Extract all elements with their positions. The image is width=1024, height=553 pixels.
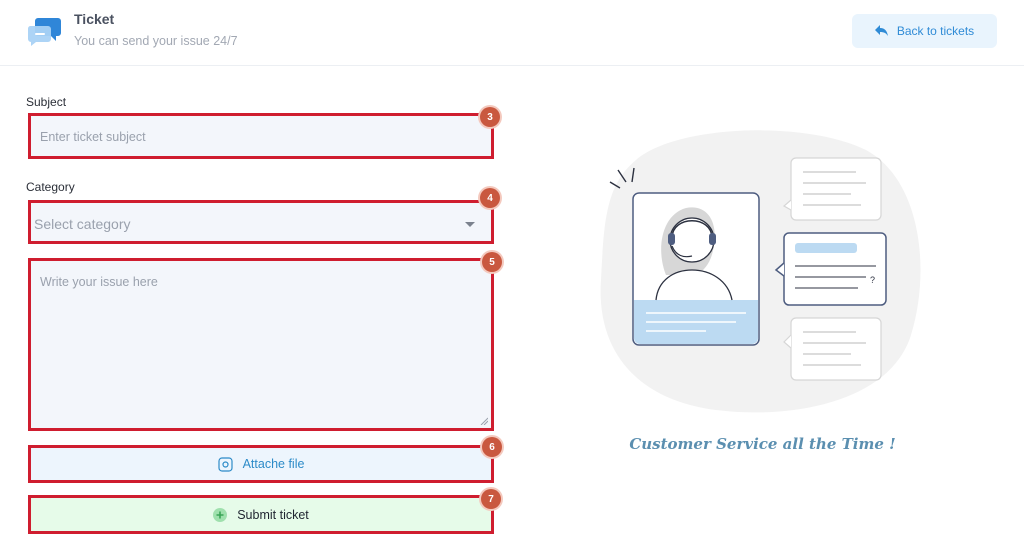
category-label: Category: [26, 180, 75, 194]
question-mark: ?: [870, 275, 875, 285]
back-button-label: Back to tickets: [896, 24, 975, 38]
illustration-tagline: Customer Service all the Time !: [629, 435, 896, 453]
chat-bubbles-icon: [28, 18, 61, 46]
page-header: Ticket You can send your issue 24/7 Back…: [0, 0, 1024, 66]
step-badge-6: 6: [482, 437, 502, 457]
attachment-icon: [217, 456, 233, 472]
reply-arrow-icon: [874, 25, 888, 36]
customer-service-illustration: ?: [600, 130, 921, 413]
chevron-down-icon: [465, 222, 475, 227]
step-badge-3: 3: [480, 107, 500, 127]
subject-label: Subject: [26, 95, 67, 109]
step-badge-7: 7: [481, 489, 501, 509]
category-placeholder: Select category: [34, 216, 131, 232]
issue-textarea[interactable]: Write your issue here: [28, 258, 494, 431]
category-select[interactable]: Select category: [28, 200, 494, 244]
attach-file-button[interactable]: Attache file: [28, 445, 494, 483]
page-subtitle: You can send your issue 24/7: [74, 34, 238, 48]
step-badge-5: 5: [482, 252, 502, 272]
resize-handle-icon[interactable]: [480, 417, 488, 425]
step-badge-4: 4: [480, 188, 500, 208]
issue-placeholder: Write your issue here: [40, 275, 158, 289]
page-title: Ticket: [74, 11, 115, 27]
attach-file-label: Attache file: [242, 457, 305, 471]
back-to-tickets-button[interactable]: Back to tickets: [852, 14, 997, 48]
submit-ticket-button[interactable]: Submit ticket: [28, 495, 494, 534]
subject-input[interactable]: Enter ticket subject: [28, 113, 494, 159]
subject-placeholder: Enter ticket subject: [40, 130, 146, 144]
plus-icon: [213, 507, 228, 522]
submit-ticket-label: Submit ticket: [237, 507, 309, 522]
